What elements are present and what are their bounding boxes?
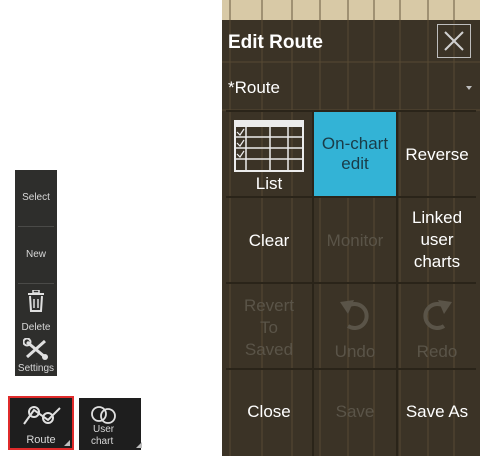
trash-icon [15, 289, 57, 315]
new-label: New [25, 249, 46, 260]
undo-label: Undo [334, 342, 376, 361]
route-icon [22, 404, 62, 431]
close-label: Close [247, 402, 291, 421]
clear-label: Clear [248, 231, 290, 250]
reverse-label: Reverse [405, 145, 469, 164]
redo-label: Redo [416, 342, 458, 361]
left-toolbar: Select New Delete Settings [15, 170, 57, 376]
route-name: *Route [228, 78, 280, 97]
undo-button[interactable]: Undo [314, 284, 396, 368]
panel-title: Edit Route [228, 32, 323, 53]
revert-label-line2: To [260, 318, 278, 337]
revert-label-line1: Revert [243, 296, 295, 315]
wrench-screwdriver-icon [15, 337, 57, 363]
user-chart-label-line1: User [93, 424, 115, 435]
on-chart-edit-button[interactable]: On-chart edit [314, 112, 396, 196]
on-chart-label-line1: On-chart [321, 134, 389, 153]
redo-button[interactable]: Redo [398, 284, 476, 368]
linked-label-line2: user [420, 230, 454, 249]
reverse-button[interactable]: Reverse [398, 112, 476, 196]
list-label: List [255, 174, 283, 193]
revert-label-line3: Saved [244, 340, 294, 359]
save-button[interactable]: Save [314, 370, 396, 456]
corner-indicator [64, 440, 70, 446]
edit-route-panel: Edit Route *Route List On-chart edit Rev… [222, 0, 480, 456]
linked-label-line3: charts [413, 252, 461, 271]
settings-label: Settings [17, 363, 55, 374]
dropdown-arrow-icon [466, 86, 472, 90]
user-chart-button[interactable]: User chart [79, 398, 142, 450]
route-label: Route [26, 434, 56, 446]
clear-button[interactable]: Clear [226, 198, 312, 282]
linked-label-line1: Linked [411, 208, 463, 227]
monitor-label: Monitor [326, 231, 384, 250]
close-panel-button[interactable] [437, 24, 471, 58]
monitor-button[interactable]: Monitor [314, 198, 396, 282]
new-button[interactable]: New [15, 227, 57, 283]
list-table-icon [234, 120, 304, 177]
save-as-label: Save As [405, 402, 469, 421]
linked-user-charts-button[interactable]: Linked user charts [398, 198, 476, 282]
select-button[interactable]: Select [15, 170, 57, 226]
delete-button[interactable]: Delete [15, 284, 57, 334]
undo-icon [338, 296, 374, 337]
route-button[interactable]: Route [8, 396, 74, 450]
save-label: Save [335, 402, 375, 421]
settings-button[interactable]: Settings [15, 336, 57, 376]
user-chart-label-line2: chart [91, 436, 114, 447]
on-chart-label-line2: edit [341, 154, 369, 173]
close-icon [444, 31, 464, 51]
revert-to-saved-button[interactable]: Revert To Saved [226, 284, 312, 368]
redo-icon [418, 296, 454, 337]
route-selector[interactable]: *Route [226, 66, 476, 106]
select-label: Select [22, 192, 50, 203]
corner-indicator [136, 442, 142, 448]
save-as-button[interactable]: Save As [398, 370, 476, 456]
delete-label: Delete [21, 322, 51, 333]
list-button[interactable]: List [226, 112, 312, 196]
close-button[interactable]: Close [226, 370, 312, 456]
